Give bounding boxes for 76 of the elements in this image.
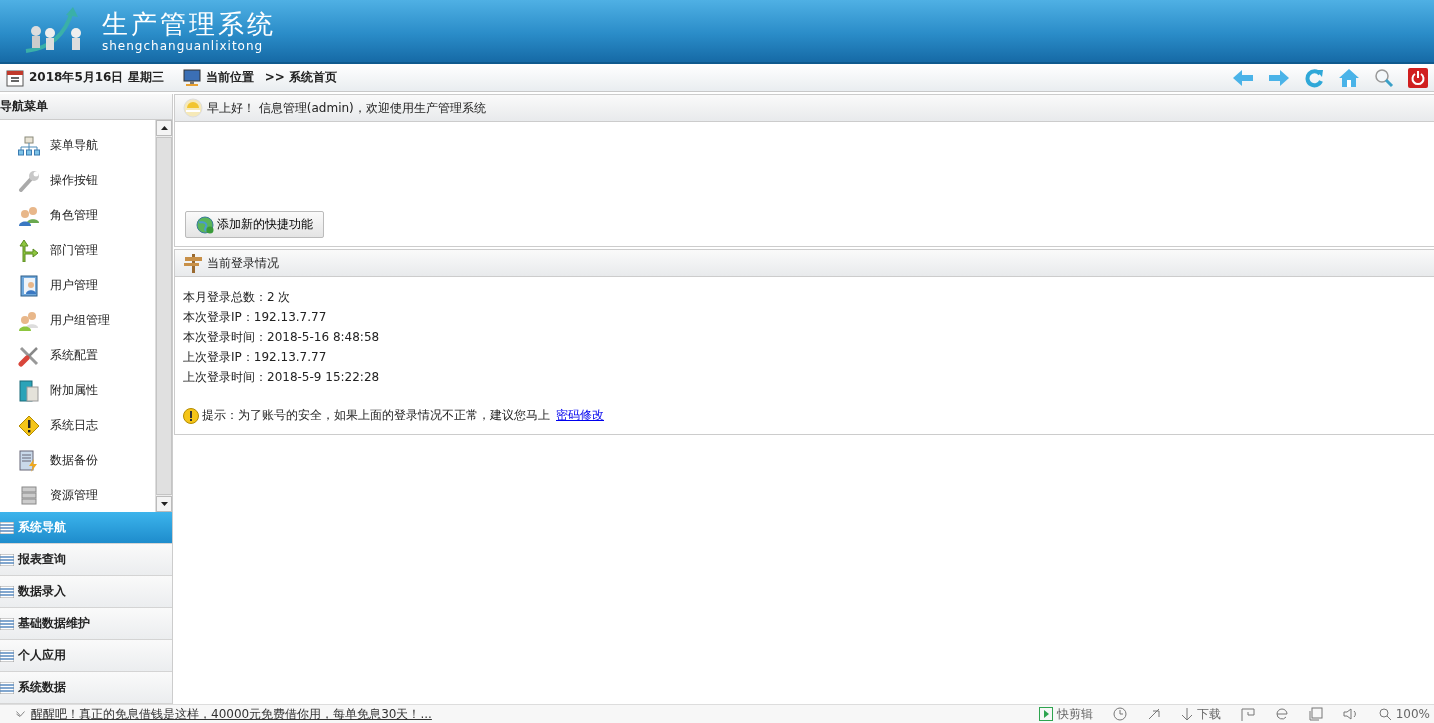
login-info-line: 上次登录IP：192.13.7.77 (183, 349, 328, 366)
play-icon[interactable] (1038, 707, 1053, 721)
refresh-icon[interactable] (1304, 67, 1324, 88)
clock-icon[interactable] (1112, 707, 1127, 721)
login-info-line: 本月登录总数：2 次 (183, 289, 292, 306)
search-icon[interactable] (1374, 67, 1394, 88)
login-info-line: 本次登录IP：192.13.7.77 (183, 309, 328, 326)
list-icon (0, 521, 14, 534)
download-arrow-icon[interactable] (1180, 707, 1193, 721)
signpost-icon (183, 253, 203, 273)
sun-icon (183, 98, 203, 118)
accordion-header[interactable]: 数据录入 (0, 576, 172, 608)
arrow-icon (19, 239, 39, 262)
login-info-line: 本次登录时间：2018-5-16 8:48:58 (183, 329, 381, 346)
tip-text: 提示：为了账号的安全，如果上面的登录情况不正常，建议您马上 (202, 407, 550, 424)
window-icon[interactable] (1308, 707, 1323, 721)
speaker-icon[interactable] (1342, 707, 1359, 721)
add-shortcut-button[interactable]: 添加新的快捷功能 (185, 211, 324, 238)
list-icon (0, 553, 14, 566)
menu-item[interactable]: 操作按钮 (0, 163, 155, 198)
sidebar-title: 导航菜单 (0, 98, 48, 115)
power-icon[interactable] (1408, 67, 1428, 88)
menu-item[interactable]: 角色管理 (0, 198, 155, 233)
browser-e-icon[interactable] (1274, 707, 1289, 721)
wrench-icon (18, 169, 40, 192)
people-icon (18, 205, 40, 226)
change-password-link[interactable]: 密码修改 (556, 407, 604, 424)
list-icon (0, 681, 14, 694)
greeting-text: 早上好！ 信息管理(admin)，欢迎使用生产管理系统 (207, 99, 486, 117)
accordion-header[interactable]: 基础数据维护 (0, 608, 172, 640)
back-arrow-icon[interactable] (1232, 67, 1254, 88)
list-icon (0, 617, 14, 630)
location-label: 当前位置 (205, 69, 254, 86)
breadcrumb: >> 系统首页 (264, 69, 337, 86)
menu-item[interactable]: 资源管理 (0, 478, 155, 513)
database-icon (19, 485, 39, 506)
menu-item[interactable]: 系统配置 (0, 338, 155, 373)
list-icon (0, 649, 14, 662)
globe-icon (196, 215, 214, 234)
document-icon (19, 449, 39, 472)
contact-book-icon (19, 274, 39, 297)
sitemap-icon (18, 135, 40, 156)
up-arrow-icon[interactable] (160, 126, 168, 130)
panel-title: 当前登录情况 (207, 254, 279, 272)
login-info-line: 上次登录时间：2018-5-9 15:22:28 (183, 369, 381, 386)
accordion-header[interactable]: 报表查询 (0, 544, 172, 576)
menu-item[interactable]: 菜单导航 (0, 128, 155, 163)
forward-arrow-icon[interactable] (1268, 67, 1290, 88)
home-icon[interactable] (1338, 67, 1360, 88)
scrollbar[interactable] (155, 120, 172, 512)
accordion-header[interactable]: 系统数据 (0, 672, 172, 704)
news-link[interactable]: 醒醒吧！真正的免息借钱是这样，40000元免费借你用，每单免息30天！... (31, 705, 432, 723)
list-icon (0, 585, 14, 598)
download-label[interactable]: 下载 (1196, 705, 1221, 723)
chevron-icon (16, 711, 25, 717)
menu-item[interactable]: 用户管理 (0, 268, 155, 303)
warning-icon (18, 414, 40, 437)
date-text: 2018年5月16日 星期三 (29, 69, 164, 86)
book-icon (19, 379, 39, 402)
warning-icon (183, 407, 199, 424)
menu-item[interactable]: 系统日志 (0, 408, 155, 443)
app-title: 生产管理系统 (102, 9, 276, 39)
accordion-header[interactable]: 个人应用 (0, 640, 172, 672)
menu-item[interactable]: 附加属性 (0, 373, 155, 408)
tools-icon (18, 344, 40, 367)
app-subtitle: shengchanguanlixitong (102, 39, 265, 53)
menu-item[interactable]: 用户组管理 (0, 303, 155, 338)
zoom-icon[interactable] (1378, 707, 1392, 721)
down-arrow-icon[interactable] (160, 502, 168, 506)
zoom-level[interactable]: 100% (1395, 707, 1430, 721)
calendar-icon (6, 68, 24, 87)
people-icon (18, 310, 40, 331)
menu-item[interactable]: 数据备份 (0, 443, 155, 478)
clip-label[interactable]: 快剪辑 (1056, 705, 1093, 723)
menu-item[interactable]: 部门管理 (0, 233, 155, 268)
computer-icon (182, 68, 201, 87)
